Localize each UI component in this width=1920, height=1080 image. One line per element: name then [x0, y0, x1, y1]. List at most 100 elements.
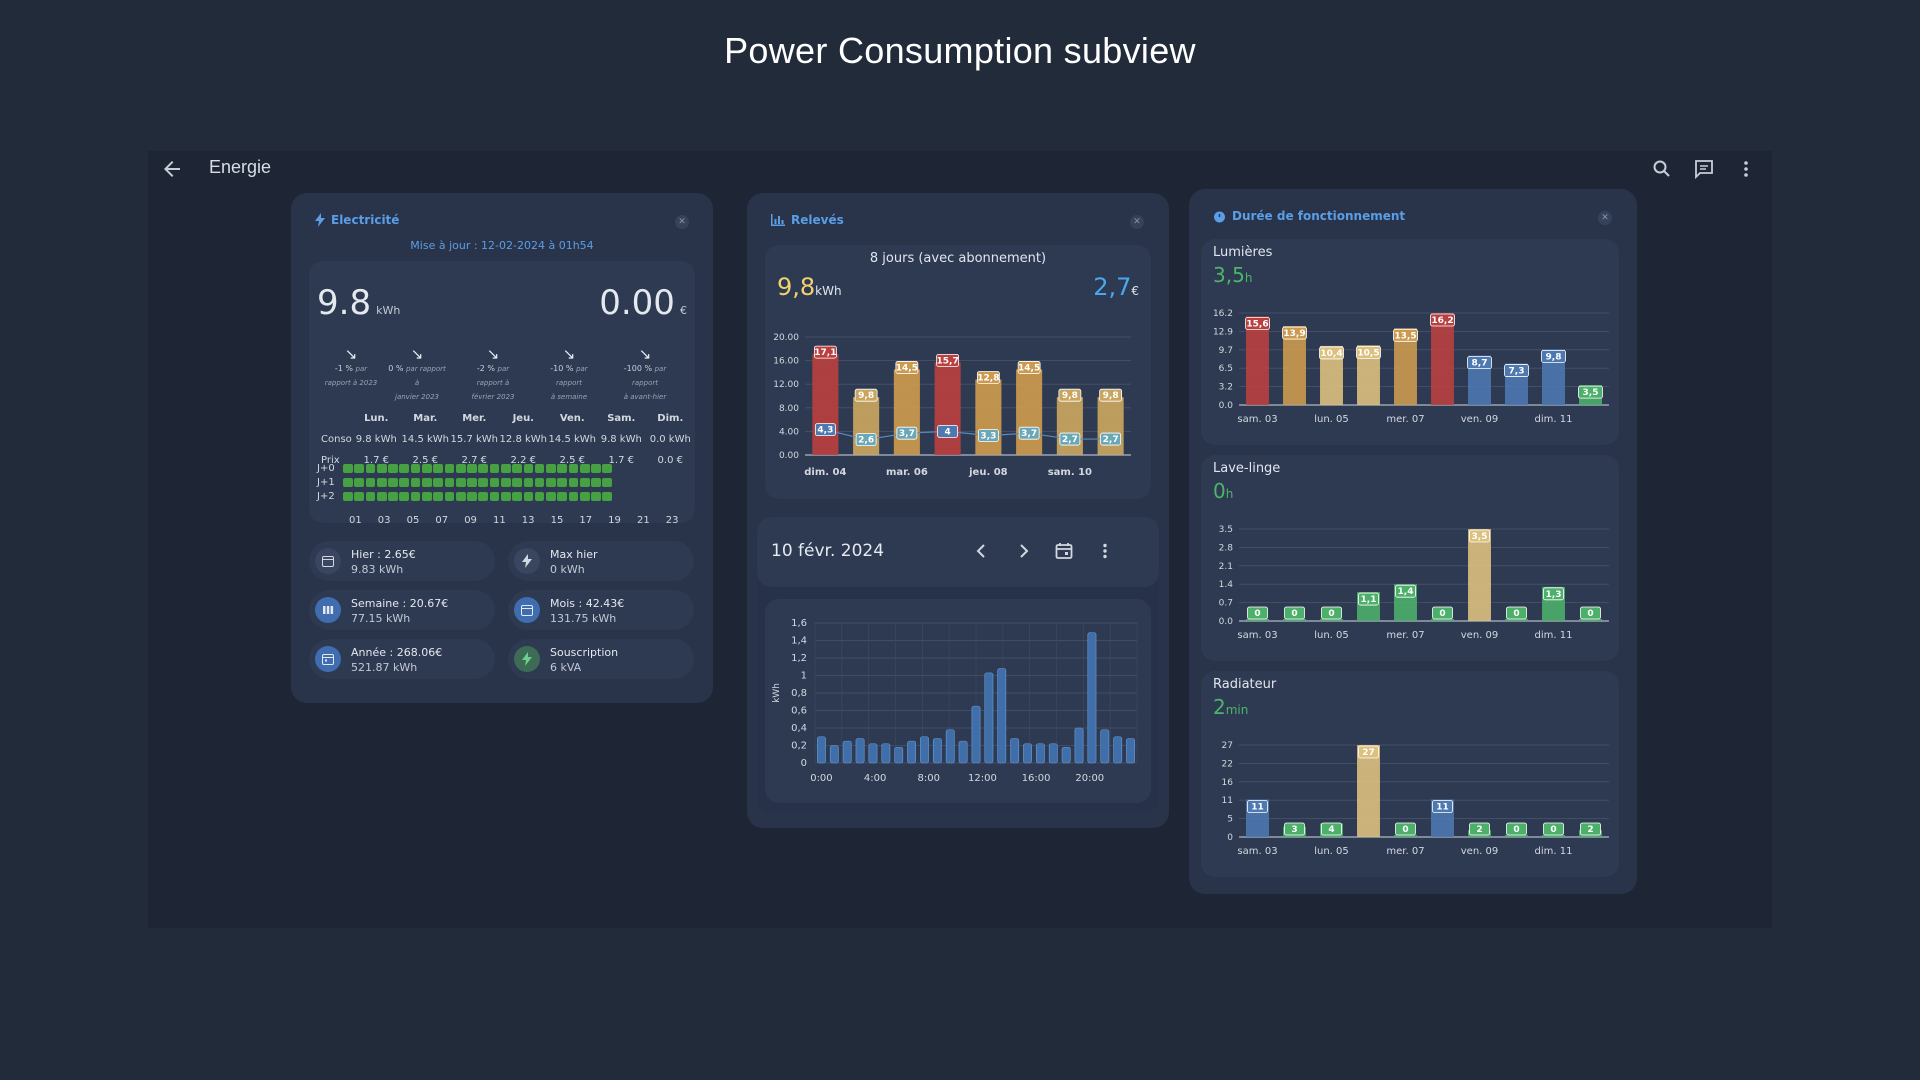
bar — [1061, 746, 1071, 764]
close-icon[interactable]: ✕ — [1598, 211, 1612, 225]
data-label: 0 — [1402, 825, 1408, 835]
tempo-hour-cell — [546, 492, 556, 501]
data-label: 9,8 — [1546, 352, 1562, 362]
y-tick-label: 16 — [1222, 778, 1234, 788]
tempo-hour-cell — [376, 464, 387, 473]
stat-label: Max hier — [550, 548, 598, 561]
tempo-hour-cell — [557, 464, 568, 473]
stat-yesterday[interactable]: Hier : 2.65€ 9.83 kWh — [309, 541, 495, 581]
bar — [945, 729, 955, 764]
data-label: 4,3 — [817, 426, 833, 436]
comment-icon[interactable] — [1692, 157, 1716, 181]
bar — [817, 736, 826, 764]
x-tick-label: 0:00 — [810, 773, 832, 784]
eur-total: 0.00 € — [599, 283, 687, 323]
data-label: 12,8 — [977, 373, 999, 383]
lightning-icon — [315, 213, 325, 227]
tempo-hour-cell — [489, 464, 500, 473]
tempo-hour-cell — [433, 464, 443, 473]
x-tick-label: 12:00 — [968, 773, 997, 784]
y-tick-label: 22 — [1222, 759, 1233, 769]
tempo-hour-cell — [602, 464, 613, 473]
stat-max-yesterday[interactable]: Max hier 0 kWh — [508, 541, 694, 581]
tempo-hour-cell — [591, 464, 601, 473]
comparison-text: février 2023 — [471, 393, 515, 401]
calendar-icon — [315, 548, 341, 574]
runtime-card: Durée de fonctionnement ✕ Lumières 3,5h … — [1189, 189, 1637, 894]
y-tick-label: 12.9 — [1213, 327, 1233, 337]
conso-cell: 14.5 kWh — [548, 434, 597, 445]
stat-week[interactable]: Semaine : 20.67€ 77.15 kWh — [309, 590, 495, 630]
hour-label: 21 — [636, 515, 650, 526]
tempo-hour-cell — [410, 478, 421, 487]
bar — [881, 743, 891, 764]
stat-year[interactable]: Année : 268.06€ 521.87 kWh — [309, 639, 495, 679]
bar — [975, 379, 1002, 455]
x-tick-label: 20:00 — [1075, 773, 1104, 784]
hour-label: 09 — [464, 515, 477, 526]
y-tick-label: 0,2 — [791, 741, 807, 752]
tempo-hour-cell — [410, 492, 421, 501]
y-tick-label: 1,2 — [791, 653, 807, 664]
x-tick-label: ven. 09 — [1461, 846, 1499, 857]
chevron-right-icon[interactable] — [1013, 541, 1033, 561]
more-vert-icon[interactable] — [1734, 157, 1758, 181]
more-vert-icon[interactable] — [1095, 541, 1115, 561]
tempo-hour-cell — [433, 478, 443, 487]
tempo-hour-cell — [523, 464, 534, 473]
tempo-hour-cell — [500, 464, 511, 473]
arrow-down-right-icon: ↘ — [344, 345, 358, 363]
bar — [812, 354, 839, 455]
tempo-hour-cell — [455, 464, 466, 473]
data-label: 17,1 — [814, 348, 836, 358]
conso-cell: 9.8 kWh — [600, 434, 642, 445]
tempo-hour-cell — [399, 492, 410, 501]
tempo-hour-cell — [399, 464, 410, 473]
stat-label: Mois : 42.43€ — [550, 597, 625, 610]
comparison-item: ↘ -10 % par rapport à semaine — [539, 346, 599, 404]
hour-label: 23 — [665, 515, 679, 526]
eight-day-chart: 0.00 4.00 8.00 12.00 16.00 20.00 17,1 9,8 14,5 15… — [773, 333, 1131, 478]
weekly-table: Lun. Mar. Mer. Jeu. Ven. Sam. Dim. Conso… — [315, 408, 695, 471]
stat-value: 521.87 kWh — [351, 661, 418, 674]
tempo-hour-cell — [512, 464, 522, 473]
bar — [1126, 738, 1135, 764]
runtime-card-title: Durée de fonctionnement — [1232, 209, 1406, 223]
day-header: Lun. — [364, 413, 389, 424]
back-arrow-icon[interactable] — [160, 157, 184, 181]
hour-label: 03 — [377, 515, 391, 526]
bar — [971, 705, 981, 764]
y-tick-label: 6.5 — [1219, 364, 1233, 374]
data-label: 2 — [1587, 825, 1593, 835]
eight-day-panel: 8 jours (avec abonnement) 9,8kWh 2,7€ 0.… — [765, 245, 1151, 499]
tempo-hour-cell — [523, 492, 534, 501]
tempo-hour-cell — [500, 478, 511, 487]
tempo-hour-cell — [376, 492, 387, 501]
close-icon[interactable]: ✕ — [1130, 215, 1144, 229]
daily-detail-panel: 10 févr. 2024 0 0,2 0,4 0,6 0,8 1 1,2 1,4 1,6 0:0… — [757, 517, 1159, 813]
data-label: 0 — [1328, 609, 1334, 619]
close-icon[interactable]: ✕ — [675, 215, 689, 229]
stat-month[interactable]: Mois : 42.43€ 131.75 kWh — [508, 590, 694, 630]
bar — [1468, 529, 1491, 621]
search-icon[interactable] — [1650, 157, 1674, 181]
data-label: 0 — [1550, 825, 1556, 835]
tempo-hour-cell — [500, 492, 511, 501]
bar — [1087, 632, 1097, 764]
bar — [1048, 743, 1058, 764]
stat-subscription[interactable]: Souscription 6 kVA — [508, 639, 694, 679]
radiator-panel: Radiateur 2min 0 5 11 16 22 27 11 3 4 27 0 11 2 0 0 2 sa… — [1201, 671, 1619, 877]
y-axis-label: kWh — [772, 683, 782, 703]
y-tick-label: 3.5 — [1219, 525, 1233, 535]
tempo-hour-cell — [546, 478, 556, 487]
day-header: Sam. — [607, 413, 636, 424]
hour-label: 07 — [435, 515, 449, 526]
calendar-icon[interactable] — [1054, 541, 1074, 561]
y-tick-label: 2.1 — [1219, 562, 1233, 572]
date-nav-bar: 10 févr. 2024 — [757, 517, 1159, 587]
chevron-left-icon[interactable] — [972, 541, 992, 561]
comparison-text: rapport à 2023 — [324, 379, 378, 387]
data-label: 11 — [1251, 803, 1264, 813]
data-label: 15,6 — [1246, 319, 1268, 329]
data-label: 9,8 — [1062, 391, 1078, 401]
